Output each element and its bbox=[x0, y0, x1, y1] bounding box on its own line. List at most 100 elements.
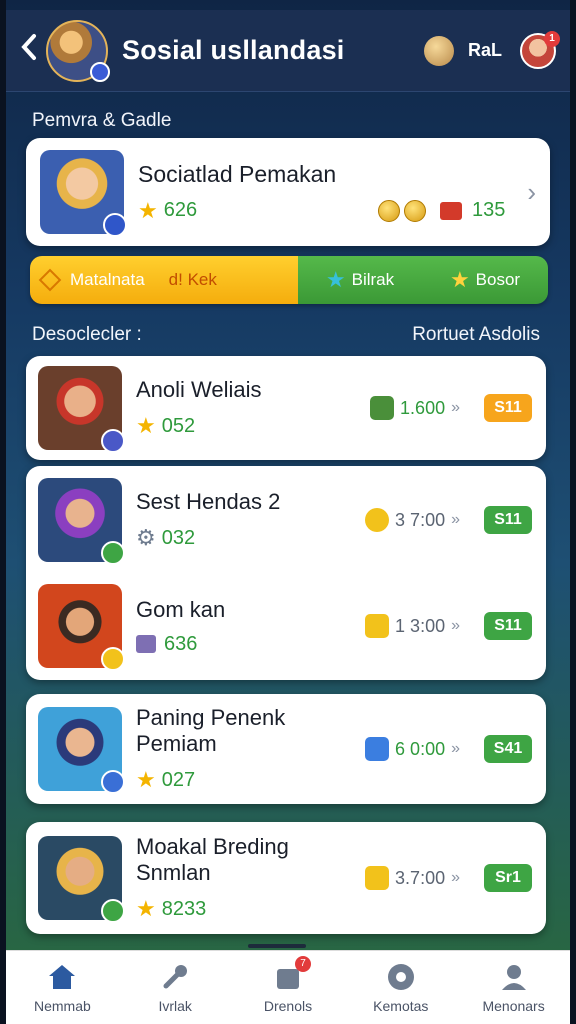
rank-badge-icon bbox=[103, 213, 127, 237]
item-name: Paning Penenk Pemiam bbox=[136, 705, 286, 756]
reward-info: 3 7:00 » bbox=[365, 508, 460, 532]
gear-icon: ⚙ bbox=[136, 525, 156, 550]
page-title: Sosial usllandasi bbox=[122, 35, 345, 65]
tab-label: Bilrak bbox=[351, 270, 395, 289]
coin-icon bbox=[377, 199, 400, 222]
hero-avatar[interactable] bbox=[46, 19, 110, 82]
nav-label: Nemmab bbox=[34, 997, 91, 1014]
tab-bar: Matalnata d! Kek ★ Bilrak ★ Bosor bbox=[30, 256, 548, 304]
check-badge-icon bbox=[101, 541, 125, 565]
tab-bilrak[interactable]: ★ Bilrak bbox=[326, 267, 394, 293]
chevron-right-icon[interactable]: › bbox=[527, 177, 536, 208]
list-item[interactable]: Anoli Weliais ★ 052 1.600 » S11 bbox=[38, 360, 532, 456]
currency-icon[interactable] bbox=[423, 35, 454, 66]
tab-matalnata[interactable]: Matalnata d! Kek bbox=[30, 256, 298, 304]
profile-card[interactable]: Sociatlad Pemakan ★ 626 135 › bbox=[26, 138, 550, 246]
reward-info: 1.600 » bbox=[370, 396, 460, 420]
item-thumbnail bbox=[38, 584, 125, 671]
action-pill[interactable]: S41 bbox=[484, 735, 532, 763]
action-pill[interactable]: S11 bbox=[484, 506, 532, 534]
action-pill[interactable]: Sr1 bbox=[484, 864, 532, 892]
list-item[interactable]: Gom kan 636 1 3:00 » S11 bbox=[38, 578, 532, 674]
list-card: Anoli Weliais ★ 052 1.600 » S11 bbox=[26, 356, 546, 460]
star-icon: ★ bbox=[136, 413, 156, 438]
list-item[interactable]: Moakal Breding Snmlan ★ 8233 3.7:00 » Sr… bbox=[38, 830, 532, 926]
nav-item-shop[interactable]: 7 Drenols bbox=[232, 951, 345, 1024]
star-icon: ★ bbox=[325, 267, 346, 292]
rank-badge-icon bbox=[101, 770, 125, 794]
reward-icon bbox=[365, 508, 390, 532]
action-pill[interactable]: S11 bbox=[484, 612, 532, 640]
ball-icon bbox=[386, 962, 416, 992]
tab-bosor[interactable]: ★ Bosor bbox=[450, 267, 520, 293]
screen-frame-left bbox=[0, 0, 6, 1024]
reward-icon bbox=[370, 396, 395, 420]
scroll-indicator bbox=[248, 944, 306, 948]
action-pill[interactable]: S11 bbox=[484, 394, 532, 422]
star-icon: ★ bbox=[136, 767, 156, 792]
notification-badge: 1 bbox=[544, 30, 560, 47]
tools-icon bbox=[160, 962, 190, 992]
top-bar: Sosial usllandasi RaL 1 bbox=[6, 10, 570, 92]
star-icon: ★ bbox=[449, 267, 470, 292]
shop-icon: 7 bbox=[273, 955, 311, 992]
list-item[interactable]: Sest Hendas 2 ⚙ 032 3 7:00 » S11 bbox=[38, 472, 532, 568]
nav-item-tools[interactable]: Ivrlak bbox=[119, 951, 232, 1024]
reward-info: 1 3:00 » bbox=[365, 614, 460, 638]
chevron-right-icon: » bbox=[451, 617, 460, 634]
star-icon: ★ bbox=[138, 197, 158, 223]
box-icon bbox=[136, 635, 156, 653]
profile-name: Sociatlad Pemakan bbox=[138, 160, 337, 187]
profile-avatar[interactable]: 1 bbox=[520, 30, 560, 69]
tab-sub-label: d! Kek bbox=[168, 270, 217, 289]
nav-label: Menonars bbox=[482, 997, 545, 1014]
nav-item-ball[interactable]: Kemotas bbox=[344, 951, 457, 1024]
chevron-right-icon: » bbox=[451, 399, 460, 416]
item-thumbnail bbox=[38, 366, 125, 453]
list-card: Paning Penenk Pemiam ★ 027 6 0:00 » S41 bbox=[26, 694, 546, 804]
chevron-right-icon: » bbox=[451, 869, 460, 886]
tab-group: ★ Bilrak ★ Bosor bbox=[298, 256, 548, 304]
section-label: Pemvra & Gadle bbox=[32, 110, 172, 131]
profile-thumbnail bbox=[40, 150, 127, 237]
reward-value: 6 0:00 bbox=[395, 738, 446, 759]
profile-gems: 135 bbox=[471, 199, 506, 221]
back-button[interactable] bbox=[20, 33, 46, 69]
reward-icon bbox=[365, 614, 390, 638]
list-card: Sest Hendas 2 ⚙ 032 3 7:00 » S11 Gom kan… bbox=[26, 466, 546, 680]
coin-icon bbox=[403, 199, 426, 222]
star-icon: ★ bbox=[136, 896, 156, 921]
user-label[interactable]: RaL bbox=[468, 40, 502, 61]
nav-badge: 7 bbox=[294, 955, 311, 972]
item-name: Moakal Breding Snmlan bbox=[136, 834, 289, 885]
nav-label: Drenols bbox=[263, 997, 313, 1014]
item-thumbnail bbox=[38, 478, 125, 565]
reward-icon bbox=[365, 737, 390, 761]
home-icon bbox=[47, 962, 77, 992]
screen-frame-right bbox=[570, 0, 576, 1024]
item-thumbnail bbox=[38, 836, 125, 923]
reward-value: 3.7:00 bbox=[395, 867, 446, 888]
list-item[interactable]: Paning Penenk Pemiam ★ 027 6 0:00 » S41 bbox=[38, 701, 532, 797]
reward-value: 1 3:00 bbox=[395, 615, 446, 636]
item-thumbnail bbox=[38, 707, 125, 794]
coin-badge-icon bbox=[101, 647, 125, 671]
item-score: 027 bbox=[161, 768, 196, 791]
reward-info: 6 0:00 » bbox=[365, 737, 460, 761]
reward-icon bbox=[365, 866, 390, 890]
item-name: Anoli Weliais bbox=[136, 377, 262, 402]
item-score: 636 bbox=[164, 632, 198, 655]
list-header-left: Desoclecler : bbox=[32, 324, 142, 345]
tab-label: Matalnata bbox=[70, 270, 145, 289]
coins-group: 135 bbox=[377, 199, 506, 222]
chevron-right-icon: » bbox=[451, 740, 460, 757]
gem-icon bbox=[439, 201, 462, 220]
item-score: 052 bbox=[161, 414, 196, 437]
nav-item-home[interactable]: Nemmab bbox=[6, 951, 119, 1024]
nav-item-profile[interactable]: Menonars bbox=[457, 951, 570, 1024]
chevron-right-icon: » bbox=[451, 511, 460, 528]
reward-value: 1.600 bbox=[400, 397, 446, 418]
nav-label: Ivrlak bbox=[158, 997, 192, 1014]
list-header-right[interactable]: Rortuet Asdolis bbox=[412, 324, 540, 346]
reward-info: 3.7:00 » bbox=[365, 866, 460, 890]
